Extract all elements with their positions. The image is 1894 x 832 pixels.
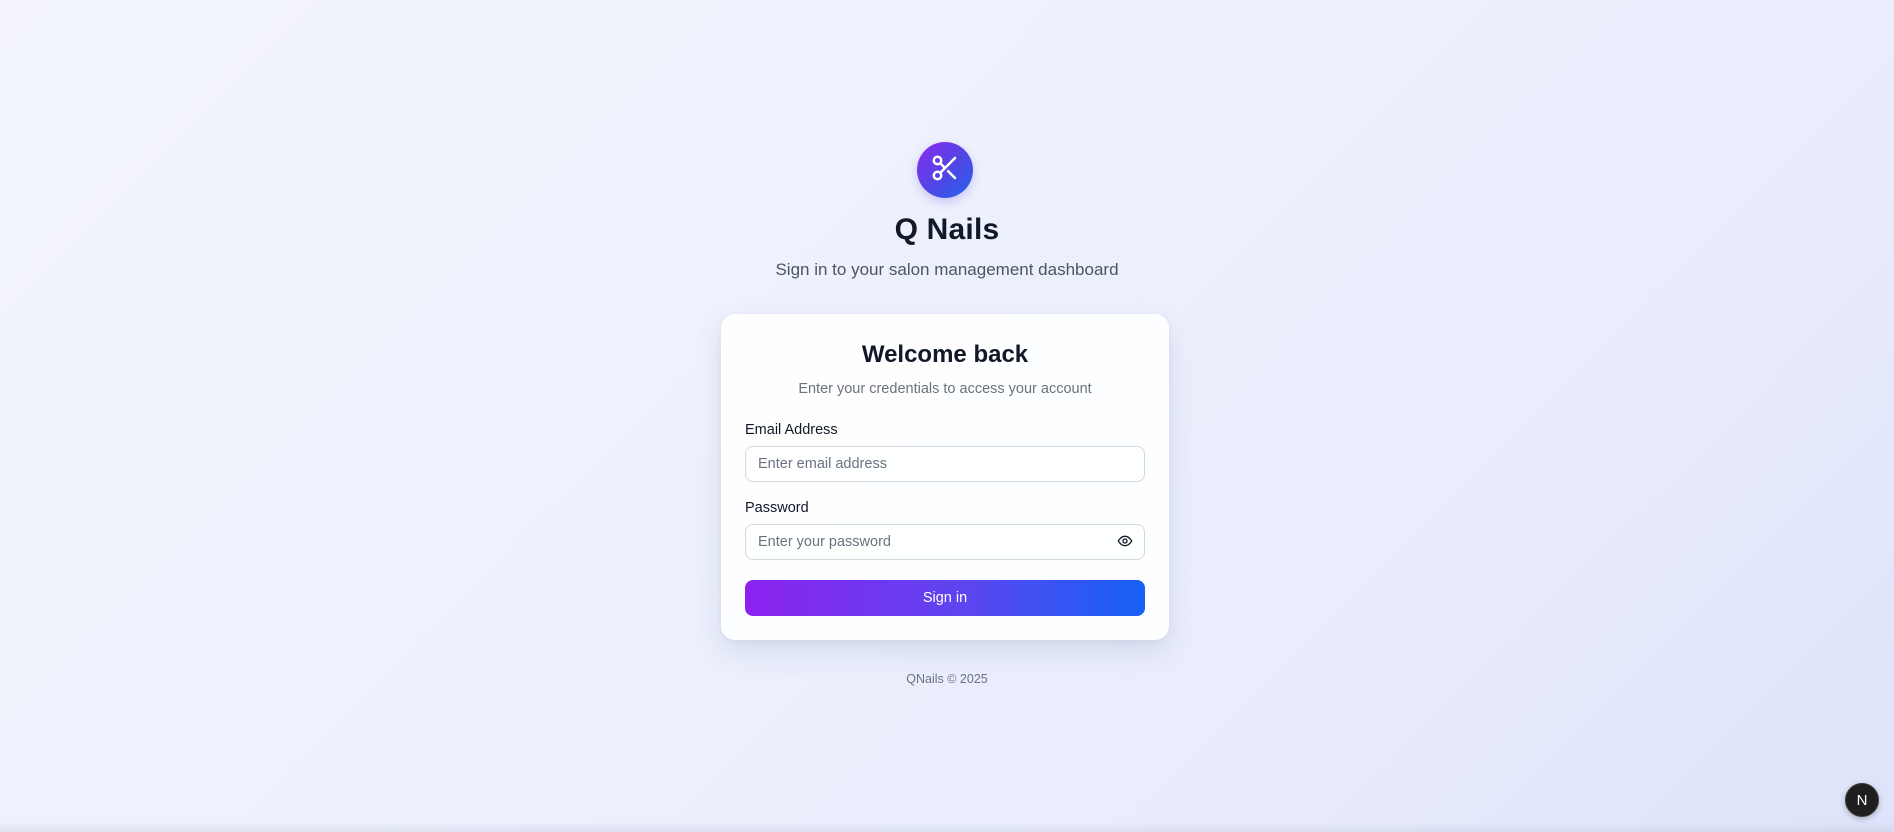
scissors-icon — [930, 153, 960, 188]
app-title: Q Nails — [894, 213, 1000, 246]
eye-icon — [1117, 533, 1133, 554]
footer-copyright: QNails © 2025 — [906, 672, 988, 686]
password-input[interactable] — [746, 525, 1144, 559]
card-title: Welcome back — [861, 341, 1029, 368]
email-field-wrapper — [745, 446, 1145, 482]
password-label: Password — [745, 500, 809, 516]
app-subtitle: Sign in to your salon management dashboa… — [775, 260, 1119, 279]
email-input[interactable] — [746, 447, 1144, 481]
login-card: Welcome back Enter your credentials to a… — [721, 314, 1169, 640]
email-label: Email Address — [745, 422, 838, 438]
password-field-wrapper — [745, 524, 1145, 560]
login-page: Q Nails Sign in to your salon management… — [0, 0, 1894, 832]
toggle-password-visibility-button[interactable] — [1115, 533, 1135, 553]
brand-logo — [917, 142, 973, 198]
dev-tools-badge[interactable]: N — [1845, 783, 1879, 817]
sign-in-button[interactable]: Sign in — [745, 580, 1145, 616]
bottom-edge-shadow — [0, 822, 1894, 832]
card-subtitle: Enter your credentials to access your ac… — [798, 381, 1092, 397]
